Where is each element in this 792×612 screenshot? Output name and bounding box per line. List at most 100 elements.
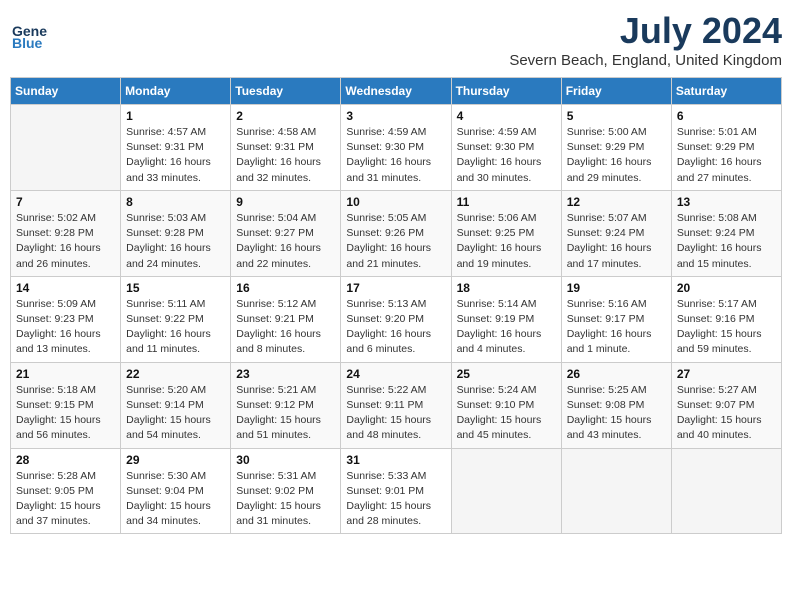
calendar-cell [451, 448, 561, 534]
calendar-cell: 17 Sunrise: 5:13 AM Sunset: 9:20 PM Dayli… [341, 276, 451, 362]
day-number: 1 [126, 109, 225, 123]
day-number: 8 [126, 195, 225, 209]
day-detail: Sunrise: 5:11 AM Sunset: 9:22 PM Dayligh… [126, 297, 225, 358]
calendar-cell: 24Sunrise: 5:22 AM Sunset: 9:11 PM Dayli… [341, 362, 451, 448]
day-detail: Sunrise: 5:06 AM Sunset: 9:25 PM Dayligh… [457, 211, 556, 272]
day-number: 16 [236, 281, 335, 295]
calendar-cell: 6 Sunrise: 5:01 AM Sunset: 9:29 PM Daylig… [671, 105, 781, 191]
day-detail: Sunrise: 5:13 AM Sunset: 9:20 PM Dayligh… [346, 297, 445, 358]
day-number: 12 [567, 195, 666, 209]
day-detail: Sunrise: 4:59 AM Sunset: 9:30 PM Dayligh… [457, 125, 556, 186]
calendar-cell: 13Sunrise: 5:08 AM Sunset: 9:24 PM Dayli… [671, 190, 781, 276]
day-detail: Sunrise: 5:30 AM Sunset: 9:04 PM Dayligh… [126, 469, 225, 530]
calendar-cell: 29 Sunrise: 5:30 AM Sunset: 9:04 PM Dayli… [121, 448, 231, 534]
calendar-cell: 1 Sunrise: 4:57 AM Sunset: 9:31 PM Daylig… [121, 105, 231, 191]
calendar-cell: 18Sunrise: 5:14 AM Sunset: 9:19 PM Dayli… [451, 276, 561, 362]
svg-text:Blue: Blue [12, 35, 43, 51]
day-number: 24 [346, 367, 445, 381]
day-number: 17 [346, 281, 445, 295]
calendar-cell [561, 448, 671, 534]
calendar-cell: 5Sunrise: 5:00 AM Sunset: 9:29 PM Daylig… [561, 105, 671, 191]
day-detail: Sunrise: 4:57 AM Sunset: 9:31 PM Dayligh… [126, 125, 225, 186]
day-number: 5 [567, 109, 666, 123]
calendar-cell: 25Sunrise: 5:24 AM Sunset: 9:10 PM Dayli… [451, 362, 561, 448]
day-detail: Sunrise: 5:33 AM Sunset: 9:01 PM Dayligh… [346, 469, 445, 530]
calendar-cell: 26 Sunrise: 5:25 AM Sunset: 9:08 PM Dayli… [561, 362, 671, 448]
day-detail: Sunrise: 5:02 AM Sunset: 9:28 PM Dayligh… [16, 211, 115, 272]
calendar-cell: 8 Sunrise: 5:03 AM Sunset: 9:28 PM Daylig… [121, 190, 231, 276]
location-subtitle: Severn Beach, England, United Kingdom [509, 52, 782, 69]
day-detail: Sunrise: 5:09 AM Sunset: 9:23 PM Dayligh… [16, 297, 115, 358]
calendar-cell: 16 Sunrise: 5:12 AM Sunset: 9:21 PM Dayli… [231, 276, 341, 362]
calendar-cell: 10 Sunrise: 5:05 AM Sunset: 9:26 PM Dayli… [341, 190, 451, 276]
day-detail: Sunrise: 5:04 AM Sunset: 9:27 PM Dayligh… [236, 211, 335, 272]
calendar-cell: 22Sunrise: 5:20 AM Sunset: 9:14 PM Dayli… [121, 362, 231, 448]
day-detail: Sunrise: 5:27 AM Sunset: 9:07 PM Dayligh… [677, 383, 776, 444]
day-number: 13 [677, 195, 776, 209]
day-detail: Sunrise: 5:28 AM Sunset: 9:05 PM Dayligh… [16, 469, 115, 530]
day-detail: Sunrise: 5:14 AM Sunset: 9:19 PM Dayligh… [457, 297, 556, 358]
calendar-cell: 27 Sunrise: 5:27 AM Sunset: 9:07 PM Dayli… [671, 362, 781, 448]
calendar-cell: 30Sunrise: 5:31 AM Sunset: 9:02 PM Dayli… [231, 448, 341, 534]
day-detail: Sunrise: 5:31 AM Sunset: 9:02 PM Dayligh… [236, 469, 335, 530]
day-number: 10 [346, 195, 445, 209]
day-number: 21 [16, 367, 115, 381]
page-header: General Blue July 2024 Severn Beach, Eng… [10, 10, 782, 69]
day-detail: Sunrise: 4:58 AM Sunset: 9:31 PM Dayligh… [236, 125, 335, 186]
calendar-cell: 2 Sunrise: 4:58 AM Sunset: 9:31 PM Daylig… [231, 105, 341, 191]
calendar-cell [11, 105, 121, 191]
day-of-week-header: Wednesday [341, 78, 451, 105]
calendar-cell: 20Sunrise: 5:17 AM Sunset: 9:16 PM Dayli… [671, 276, 781, 362]
day-number: 4 [457, 109, 556, 123]
day-number: 27 [677, 367, 776, 381]
day-number: 23 [236, 367, 335, 381]
day-number: 3 [346, 109, 445, 123]
calendar-week-row: 14 Sunrise: 5:09 AM Sunset: 9:23 PM Dayli… [11, 276, 782, 362]
calendar-week-row: 21 Sunrise: 5:18 AM Sunset: 9:15 PM Dayli… [11, 362, 782, 448]
calendar-week-row: 1 Sunrise: 4:57 AM Sunset: 9:31 PM Daylig… [11, 105, 782, 191]
day-detail: Sunrise: 5:25 AM Sunset: 9:08 PM Dayligh… [567, 383, 666, 444]
day-detail: Sunrise: 5:18 AM Sunset: 9:15 PM Dayligh… [16, 383, 115, 444]
calendar-cell: 9 Sunrise: 5:04 AM Sunset: 9:27 PM Daylig… [231, 190, 341, 276]
calendar-cell: 21 Sunrise: 5:18 AM Sunset: 9:15 PM Dayli… [11, 362, 121, 448]
calendar-cell: 19Sunrise: 5:16 AM Sunset: 9:17 PM Dayli… [561, 276, 671, 362]
day-detail: Sunrise: 5:07 AM Sunset: 9:24 PM Dayligh… [567, 211, 666, 272]
calendar-cell: 12 Sunrise: 5:07 AM Sunset: 9:24 PM Dayli… [561, 190, 671, 276]
title-block: July 2024 Severn Beach, England, United … [509, 10, 782, 69]
day-detail: Sunrise: 5:01 AM Sunset: 9:29 PM Dayligh… [677, 125, 776, 186]
logo: General Blue [10, 14, 52, 52]
calendar-table: SundayMondayTuesdayWednesdayThursdayFrid… [10, 77, 782, 534]
day-of-week-header: Saturday [671, 78, 781, 105]
calendar-week-row: 7 Sunrise: 5:02 AM Sunset: 9:28 PM Daylig… [11, 190, 782, 276]
day-of-week-header: Sunday [11, 78, 121, 105]
day-number: 15 [126, 281, 225, 295]
day-number: 22 [126, 367, 225, 381]
day-number: 11 [457, 195, 556, 209]
day-of-week-header: Monday [121, 78, 231, 105]
day-detail: Sunrise: 5:17 AM Sunset: 9:16 PM Dayligh… [677, 297, 776, 358]
day-detail: Sunrise: 5:21 AM Sunset: 9:12 PM Dayligh… [236, 383, 335, 444]
day-detail: Sunrise: 5:16 AM Sunset: 9:17 PM Dayligh… [567, 297, 666, 358]
day-detail: Sunrise: 5:12 AM Sunset: 9:21 PM Dayligh… [236, 297, 335, 358]
day-number: 31 [346, 453, 445, 467]
day-of-week-header: Friday [561, 78, 671, 105]
day-number: 2 [236, 109, 335, 123]
logo-icon: General Blue [10, 14, 48, 52]
calendar-cell: 14 Sunrise: 5:09 AM Sunset: 9:23 PM Dayli… [11, 276, 121, 362]
day-number: 26 [567, 367, 666, 381]
day-of-week-header: Thursday [451, 78, 561, 105]
calendar-cell: 15 Sunrise: 5:11 AM Sunset: 9:22 PM Dayli… [121, 276, 231, 362]
calendar-week-row: 28 Sunrise: 5:28 AM Sunset: 9:05 PM Dayli… [11, 448, 782, 534]
day-number: 29 [126, 453, 225, 467]
day-number: 7 [16, 195, 115, 209]
day-number: 25 [457, 367, 556, 381]
day-number: 6 [677, 109, 776, 123]
day-detail: Sunrise: 5:05 AM Sunset: 9:26 PM Dayligh… [346, 211, 445, 272]
calendar-cell: 28 Sunrise: 5:28 AM Sunset: 9:05 PM Dayli… [11, 448, 121, 534]
day-number: 28 [16, 453, 115, 467]
calendar-cell: 4 Sunrise: 4:59 AM Sunset: 9:30 PM Daylig… [451, 105, 561, 191]
day-number: 9 [236, 195, 335, 209]
day-detail: Sunrise: 5:03 AM Sunset: 9:28 PM Dayligh… [126, 211, 225, 272]
day-number: 14 [16, 281, 115, 295]
calendar-cell: 31 Sunrise: 5:33 AM Sunset: 9:01 PM Dayli… [341, 448, 451, 534]
